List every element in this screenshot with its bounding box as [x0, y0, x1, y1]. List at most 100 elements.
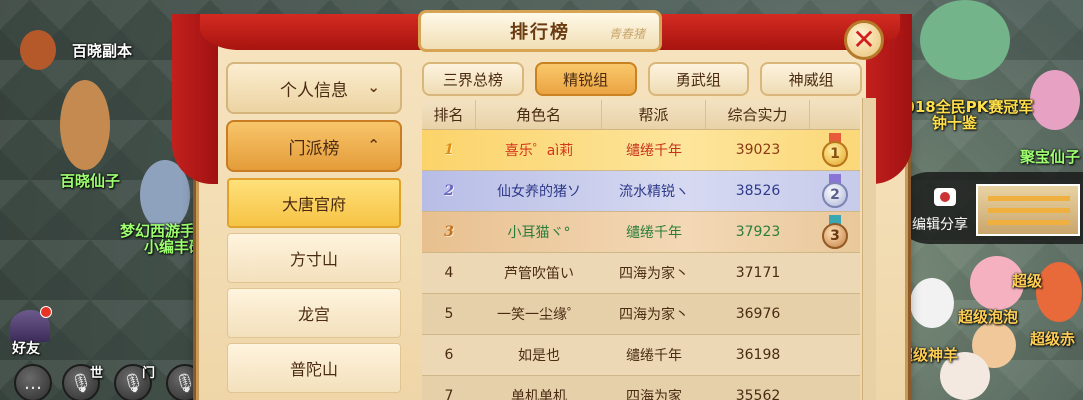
guild-cell: 流水精锐ヽ — [619, 184, 689, 200]
close-icon: ✕ — [852, 23, 876, 56]
power-cell: 38526 — [735, 183, 781, 199]
medal-number: 2 — [822, 182, 848, 208]
power-cell: 36198 — [735, 347, 781, 363]
header-guild: 帮派 — [602, 100, 706, 129]
rank-cell: 5 — [444, 306, 454, 322]
npc-label: 钟十鉴 — [932, 114, 978, 132]
friend-label: 好友 — [12, 341, 40, 357]
npc-label: 超级赤 — [1030, 330, 1076, 348]
npc-sprite — [20, 30, 56, 70]
microphone-icon: 🎙 — [69, 372, 93, 394]
table-header: 排名 角色名 帮派 综合实力 — [422, 100, 860, 130]
friend-button[interactable]: 好友 — [8, 306, 52, 358]
character-name-cell[interactable]: 单机单机 — [476, 376, 602, 400]
power-cell: 35562 — [735, 388, 781, 400]
medal-cell — [810, 294, 860, 334]
medal-icon: 3 — [821, 215, 849, 249]
table-row[interactable]: 2 仙女养的猪ソ 流水精锐ヽ 38526 2 — [422, 171, 860, 212]
rank-cell: 1 — [444, 142, 454, 158]
header-rank: 排名 — [422, 100, 476, 129]
guild-cell: 缱绻千年 — [626, 143, 682, 159]
tab-elite[interactable]: 精锐组 — [534, 62, 637, 96]
voice-channel-label: 门 — [142, 366, 156, 381]
category-menu: 个人信息 ⌄ 门派榜 ⌃ 大唐官府 方寸山 龙宫 普陀山 — [226, 62, 402, 398]
rank-cell: 2 — [444, 183, 454, 199]
menu-personal-info[interactable]: 个人信息 ⌄ — [226, 62, 402, 114]
power-cell: 39023 — [735, 142, 781, 158]
table-row[interactable]: 5 一笑一尘缘゜ 四海为家丶 36976 — [422, 294, 860, 335]
table-row[interactable]: 7 单机单机四海为家 35562 — [422, 376, 860, 400]
guild-cell: 缱绻千年 — [626, 225, 682, 241]
header-name: 角色名 — [476, 100, 602, 129]
rank-cell: 6 — [444, 347, 454, 363]
microphone-icon: 🎙 — [173, 372, 197, 394]
guild-cell: 四海为家丶 — [619, 307, 689, 323]
share-camera-icon[interactable] — [934, 188, 956, 206]
medal-cell — [810, 376, 860, 400]
npc-sprite — [60, 80, 110, 170]
sect-item-datang[interactable]: 大唐官府 — [227, 178, 401, 228]
npc-label: 小编丰硕 — [144, 238, 205, 256]
medal-number: 3 — [822, 223, 848, 249]
tab-all-realms[interactable]: 三界总榜 — [422, 62, 524, 96]
medal-cell: 3 — [810, 212, 860, 252]
chat-button[interactable]: … — [14, 364, 52, 400]
guild-cell: 四海为家 — [626, 389, 682, 400]
share-edit-label[interactable]: 编辑分享 — [912, 214, 968, 234]
title-plaque: 排行榜 青春猪 — [418, 10, 662, 52]
notification-dot — [40, 306, 52, 318]
rank-cell: 4 — [444, 265, 454, 281]
rank-cell: 3 — [444, 224, 454, 240]
character-name-cell[interactable]: 一笑一尘缘゜ — [476, 294, 602, 334]
table-row[interactable]: 6 如是也 缱绻千年 36198 — [422, 335, 860, 376]
header-medal — [810, 100, 860, 129]
sect-item-putuo[interactable]: 普陀山 — [227, 343, 401, 393]
medal-icon: 2 — [821, 174, 849, 208]
character-name-cell[interactable]: 如是也 — [476, 335, 602, 375]
character-name-cell[interactable]: 喜乐゜aì莉 — [476, 130, 602, 170]
table-row[interactable]: 4 芦管吹笛い 四海为家丶 37171 — [422, 253, 860, 294]
npc-sprite — [910, 278, 954, 328]
power-cell: 37171 — [735, 265, 781, 281]
table-row[interactable]: 1 喜乐゜aì莉 缱绻千年 39023 1 — [422, 130, 860, 171]
page-title: 排行榜 — [510, 22, 570, 43]
npc-label: 百晓仙子 — [60, 172, 121, 190]
menu-personal-info-label: 个人信息 — [280, 80, 348, 101]
npc-sprite — [1030, 70, 1080, 130]
rank-cell: 7 — [444, 388, 454, 400]
medal-cell: 1 — [810, 130, 860, 170]
medal-cell: 2 — [810, 171, 860, 211]
sect-item-fangcun[interactable]: 方寸山 — [227, 233, 401, 283]
guild-cell: 四海为家丶 — [619, 266, 689, 282]
close-button[interactable]: ✕ — [844, 20, 884, 60]
tab-brave[interactable]: 勇武组 — [647, 62, 750, 96]
medal-cell — [810, 253, 860, 293]
npc-label: 百晓副本 — [72, 42, 133, 60]
group-tabs: 三界总榜 精锐组 勇武组 神威组 — [422, 62, 862, 96]
npc-label: 聚宝仙子 — [1020, 148, 1081, 166]
chevron-down-icon: ⌄ — [367, 78, 380, 96]
npc-label: 超级 — [1012, 272, 1043, 290]
power-cell: 36976 — [735, 306, 781, 322]
chat-bubble-icon: … — [24, 372, 42, 394]
table-row[interactable]: 3 小耳猫ヾ° 缱绻千年 37923 3 — [422, 212, 860, 253]
character-name-cell[interactable]: 仙女养的猪ソ — [476, 171, 602, 211]
microphone-icon: 🎙 — [121, 372, 145, 394]
npc-label: 超级泡泡 — [958, 308, 1019, 326]
sect-item-longgong[interactable]: 龙宫 — [227, 288, 401, 338]
menu-sect-rank-label: 门派榜 — [288, 138, 340, 159]
npc-sprite — [1036, 262, 1082, 322]
guild-cell: 缱绻千年 — [626, 348, 682, 364]
character-name-cell[interactable]: 小耳猫ヾ° — [476, 212, 602, 252]
title-decoration: 青春猪 — [608, 27, 645, 41]
chevron-up-icon: ⌃ — [367, 136, 380, 154]
character-name-cell[interactable]: 芦管吹笛い — [476, 253, 602, 293]
voice-channel-label: 世 — [90, 366, 104, 381]
tab-mighty[interactable]: 神威组 — [760, 62, 862, 96]
menu-sect-rank[interactable]: 门派榜 ⌃ — [226, 120, 402, 172]
table-body: 1 喜乐゜aì莉 缱绻千年 39023 1 2 仙女养的猪ソ 流水精锐ヽ 38526 2 3 小耳猫ヾ… — [422, 130, 860, 400]
npc-sprite — [920, 0, 1010, 80]
table-scrollbar[interactable] — [862, 98, 876, 400]
share-screenshot-thumbnail[interactable] — [976, 184, 1080, 236]
power-cell: 37923 — [735, 224, 781, 240]
